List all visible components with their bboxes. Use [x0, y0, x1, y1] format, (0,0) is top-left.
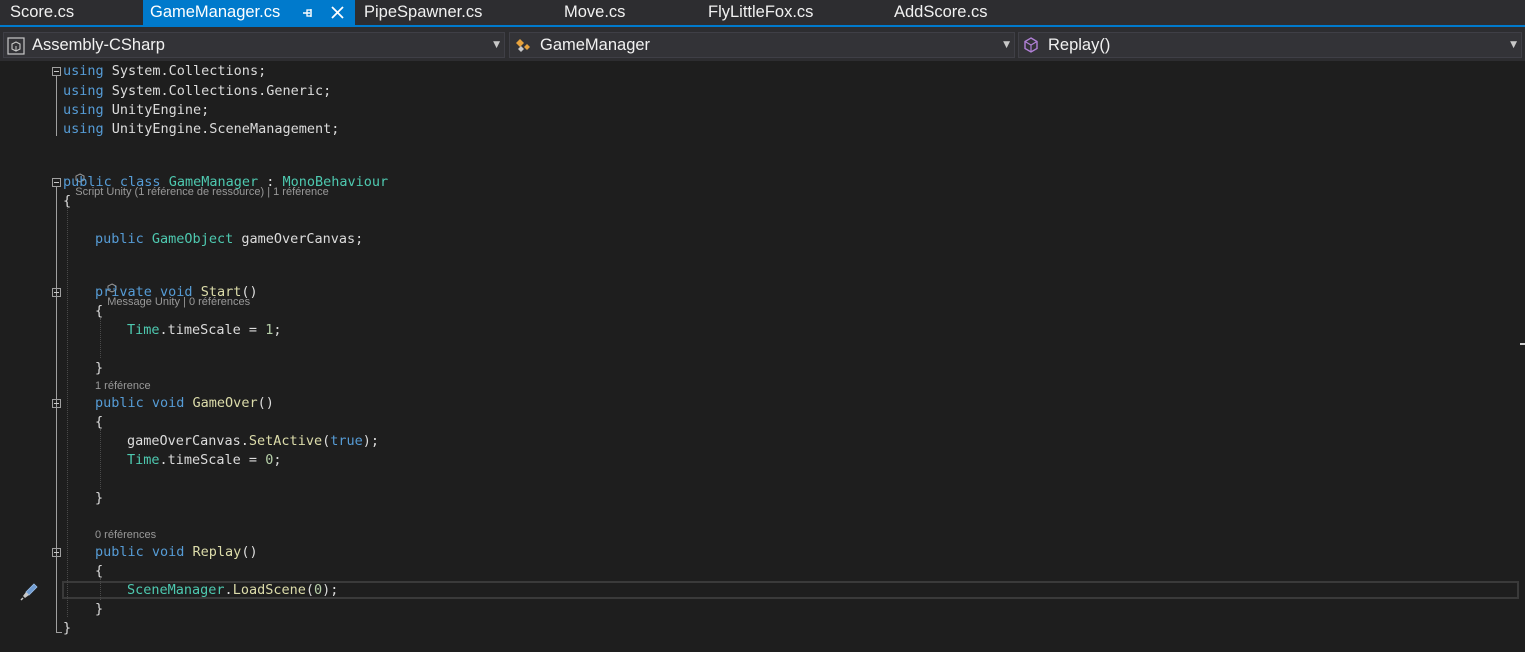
code-editor[interactable]: using System.Collections; using System.C…	[0, 61, 1525, 652]
tab-label: Score.cs	[10, 3, 75, 21]
outline-line-end	[56, 632, 62, 633]
indent-guide	[100, 578, 101, 600]
code-line: public class GameManager : MonoBehaviour	[63, 174, 389, 190]
csharp-project-icon	[7, 37, 25, 55]
code-line: gameOverCanvas.SetActive(true);	[127, 433, 379, 449]
code-line: using System.Collections;	[63, 63, 267, 79]
code-line: using System.Collections.Generic;	[63, 83, 332, 99]
tab-flylittlefox[interactable]: FlyLittleFox.cs	[708, 0, 813, 25]
code-line: Time.timeScale = 1;	[127, 322, 282, 338]
code-line: using UnityEngine.SceneManagement;	[63, 121, 340, 137]
code-line: }	[95, 601, 104, 617]
codelens-replay[interactable]: 0 références	[95, 529, 156, 542]
type-dropdown[interactable]: GameManager ▼	[509, 32, 1015, 58]
navigation-bar: Assembly-CSharp ▼ GameManager ▼ Replay()…	[0, 27, 1525, 61]
tab-pipespawner[interactable]: PipeSpawner.cs	[364, 0, 482, 25]
project-label: Assembly-CSharp	[32, 36, 165, 54]
scrollbar-marker	[1520, 343, 1525, 345]
chevron-down-icon: ▼	[493, 40, 500, 50]
member-dropdown[interactable]: Replay() ▼	[1018, 32, 1522, 58]
code-line: public GameObject gameOverCanvas;	[95, 231, 364, 247]
code-line: private void Start()	[95, 284, 258, 300]
code-line: Time.timeScale = 0;	[127, 452, 282, 468]
pencil-brush-icon[interactable]	[20, 581, 40, 601]
chevron-down-icon: ▼	[1003, 40, 1010, 50]
outline-line	[56, 76, 57, 136]
tab-label: FlyLittleFox.cs	[708, 3, 814, 21]
tab-score[interactable]: Score.cs	[10, 0, 74, 25]
close-icon[interactable]	[330, 5, 345, 20]
editor-gutter	[0, 61, 20, 652]
member-label: Replay()	[1048, 36, 1111, 54]
code-line: }	[95, 360, 104, 376]
code-line: }	[95, 490, 104, 506]
type-label: GameManager	[540, 36, 651, 54]
tab-move[interactable]: Move.cs	[564, 0, 625, 25]
code-line: public void Replay()	[95, 544, 258, 560]
outline-line	[56, 187, 57, 633]
code-line: {	[95, 563, 104, 579]
fold-toggle-gameover[interactable]	[52, 399, 61, 408]
tab-label: Move.cs	[564, 3, 626, 21]
document-tab-strip: Score.cs GameManager.cs PipeSpawner.cs M…	[0, 0, 1525, 25]
tab-gamemanager[interactable]: GameManager.cs	[143, 0, 355, 25]
indent-guide	[100, 429, 101, 489]
tab-label: GameManager.cs	[150, 3, 281, 21]
method-cube-icon	[1024, 37, 1038, 53]
chevron-down-icon: ▼	[1510, 40, 1517, 50]
indent-guide	[100, 318, 101, 358]
fold-toggle-start[interactable]	[52, 288, 61, 297]
code-line: }	[63, 620, 72, 636]
class-icon	[516, 39, 530, 52]
tab-label: PipeSpawner.cs	[364, 3, 483, 21]
fold-toggle-usings[interactable]	[52, 67, 61, 76]
fold-toggle-replay[interactable]	[52, 548, 61, 557]
code-line: public void GameOver()	[95, 395, 274, 411]
tab-addscore[interactable]: AddScore.cs	[894, 0, 988, 25]
project-dropdown[interactable]: Assembly-CSharp ▼	[3, 32, 505, 58]
code-line: {	[63, 193, 72, 209]
code-line-current: SceneManager.LoadScene(0);	[127, 582, 339, 598]
fold-toggle-class[interactable]	[52, 178, 61, 187]
codelens-gameover[interactable]: 1 référence	[95, 380, 151, 393]
tab-label: AddScore.cs	[894, 3, 988, 21]
indent-guide	[67, 202, 68, 617]
code-line: {	[95, 414, 104, 430]
code-line: using UnityEngine;	[63, 102, 210, 118]
code-line: {	[95, 303, 104, 319]
pin-icon[interactable]	[300, 6, 314, 20]
